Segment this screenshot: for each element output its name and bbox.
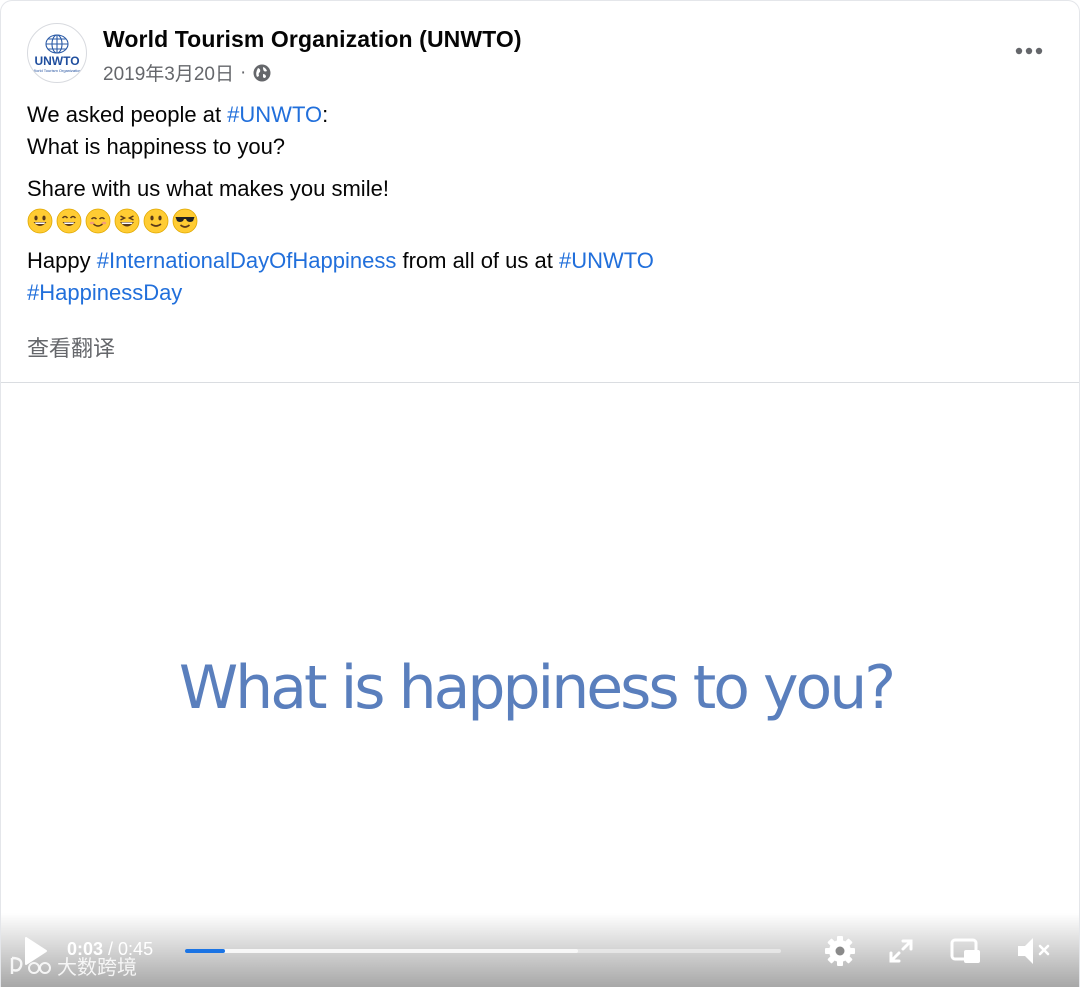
emoji-row: [27, 205, 1047, 237]
picture-in-picture-icon: [950, 938, 980, 963]
picture-in-picture-button[interactable]: [949, 934, 983, 968]
slightly-smiling-face-emoji-icon: [143, 208, 169, 234]
more-dots-icon: [1015, 47, 1043, 55]
unwto-logo: UNWTO World Tourism Organization: [32, 34, 82, 73]
settings-gear-icon: [825, 936, 855, 966]
message-text: Happy: [27, 248, 97, 273]
volume-button[interactable]: [1015, 934, 1050, 968]
grinning-squinting-face-emoji-icon: [56, 208, 82, 234]
message-line-3: Share with us what makes you smile!: [27, 176, 389, 201]
post-header: UNWTO World Tourism Organization World T…: [27, 23, 1057, 87]
laughing-face-emoji-icon: [114, 208, 140, 234]
watermark-text: 大数跨境: [57, 957, 137, 979]
post-card: UNWTO World Tourism Organization World T…: [0, 0, 1080, 987]
smiling-face-with-sunglasses-emoji-icon: [172, 208, 198, 234]
video-player[interactable]: What is happiness to you? 0:03 / 0:45 大数…: [1, 383, 1079, 987]
page-name-link[interactable]: World Tourism Organization (UNWTO): [103, 26, 522, 53]
message-text: We asked people at: [27, 102, 228, 127]
meta-separator: ·: [239, 61, 247, 83]
settings-button[interactable]: [823, 934, 857, 968]
message-line-5: #HappinessDay: [27, 277, 1047, 309]
page-avatar[interactable]: UNWTO World Tourism Organization: [27, 23, 87, 83]
message-line-1: We asked people at #UNWTO:: [27, 99, 1047, 131]
post-date[interactable]: 2019年3月20日: [103, 59, 234, 86]
progress-played: [185, 949, 225, 953]
hashtag-happiness-day[interactable]: #HappinessDay: [27, 280, 182, 305]
post-message: We asked people at #UNWTO: What is happi…: [27, 99, 1047, 309]
avatar-logo-text: UNWTO: [34, 54, 79, 68]
hashtag-unwto[interactable]: #UNWTO: [559, 248, 654, 273]
video-controls-bar: 0:03 / 0:45: [1, 918, 1079, 987]
message-text: :: [322, 102, 329, 127]
message-text: from all of us at: [396, 248, 559, 273]
fullscreen-button[interactable]: [884, 934, 918, 968]
hashtag-unwto[interactable]: #UNWTO: [227, 102, 322, 127]
see-translation-link[interactable]: 查看翻译: [27, 331, 115, 363]
grinning-face-emoji-icon: [27, 208, 53, 234]
progress-buffered: [185, 949, 579, 953]
volume-muted-icon: [1018, 938, 1050, 964]
progress-bar[interactable]: [185, 949, 781, 953]
smiling-face-emoji-icon: [85, 208, 111, 234]
post-meta: 2019年3月20日 ·: [103, 59, 272, 86]
more-options-button[interactable]: [1011, 37, 1047, 65]
message-line-2: What is happiness to you?: [27, 134, 286, 159]
watermark: 大数跨境: [9, 951, 137, 980]
avatar-logo-subtext: World Tourism Organization: [32, 68, 81, 73]
watermark-logo-icon: [10, 956, 51, 974]
message-line-4: Happy #InternationalDayOfHappiness from …: [27, 245, 1047, 277]
video-frame-title: What is happiness to you?: [178, 653, 896, 723]
fullscreen-expand-icon: [889, 939, 913, 963]
hashtag-international-day-of-happiness[interactable]: #InternationalDayOfHappiness: [97, 248, 397, 273]
globe-icon[interactable]: [252, 63, 272, 83]
